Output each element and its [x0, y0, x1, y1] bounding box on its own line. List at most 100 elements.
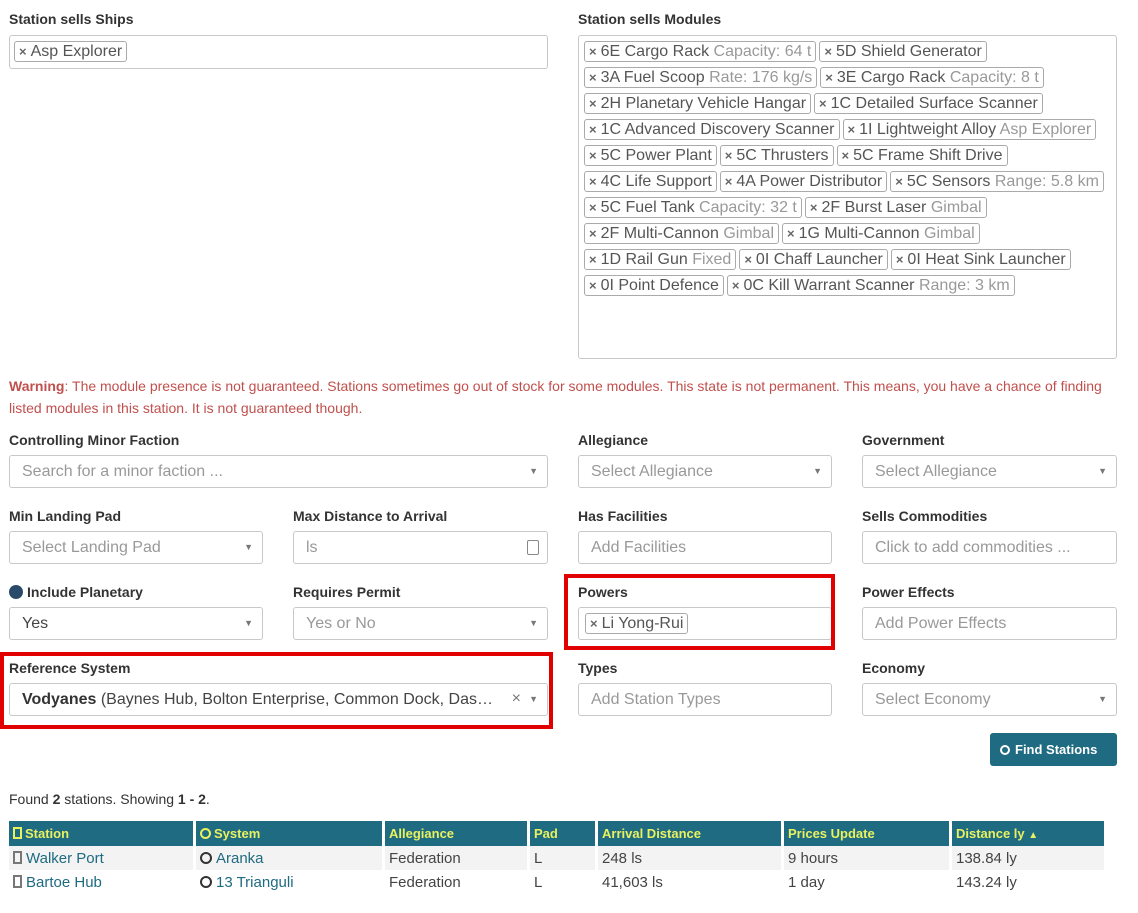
remove-icon[interactable]: ×: [895, 174, 903, 189]
remove-icon[interactable]: ×: [810, 200, 818, 215]
power-effects-input[interactable]: Add Power Effects: [862, 607, 1117, 640]
module-tag[interactable]: × 1G Multi-Cannon Gimbal: [782, 223, 980, 244]
module-tag[interactable]: × 6E Cargo Rack Capacity: 64 t: [584, 41, 817, 62]
chevron-down-icon: ▼: [529, 466, 538, 476]
module-tag[interactable]: × 2H Planetary Vehicle Hangar: [584, 93, 812, 114]
remove-icon[interactable]: ×: [744, 252, 752, 267]
pad-cell: L: [534, 873, 543, 891]
types-input[interactable]: Add Station Types: [578, 683, 832, 716]
module-tag[interactable]: × 0C Kill Warrant Scanner Range: 3 km: [726, 275, 1015, 296]
landing-pad-select[interactable]: Select Landing Pad ▼: [9, 531, 263, 564]
module-tag[interactable]: × 0I Chaff Launcher: [739, 249, 888, 270]
module-tag[interactable]: × 5C Thrusters: [719, 145, 834, 166]
module-tag[interactable]: × 5C Power Plant: [584, 145, 717, 166]
remove-icon[interactable]: ×: [725, 148, 733, 163]
power-effects-label: Power Effects: [862, 584, 955, 600]
module-tag[interactable]: × 0I Heat Sink Launcher: [890, 249, 1071, 270]
module-tag[interactable]: × 5C Frame Shift Drive: [836, 145, 1008, 166]
max-distance-input[interactable]: ls: [293, 531, 548, 564]
target-icon: [200, 851, 212, 864]
remove-icon[interactable]: ×: [589, 44, 597, 59]
module-tag[interactable]: × 4C Life Support: [584, 171, 717, 192]
search-icon: [1000, 745, 1010, 755]
remove-icon[interactable]: ×: [732, 278, 740, 293]
remove-icon[interactable]: ×: [589, 226, 597, 241]
types-label: Types: [578, 660, 618, 676]
system-link[interactable]: Aranka: [216, 850, 264, 867]
remove-icon[interactable]: ×: [589, 122, 597, 137]
max-distance-label: Max Distance to Arrival: [293, 508, 448, 524]
allegiance-select[interactable]: Select Allegiance ▼: [578, 455, 832, 488]
system-link[interactable]: 13 Trianguli: [216, 874, 294, 891]
building-icon: [13, 874, 22, 888]
remove-icon[interactable]: ×: [589, 70, 597, 85]
system-cell[interactable]: 13 Trianguli: [196, 870, 382, 894]
module-tag-detail: Range: 5.8 km: [994, 173, 1099, 190]
system-cell[interactable]: Aranka: [196, 846, 382, 870]
station-link[interactable]: Bartoe Hub: [26, 874, 102, 891]
found-mid: stations. Showing: [60, 791, 178, 807]
module-tag[interactable]: × 1C Detailed Surface Scanner: [814, 93, 1043, 114]
col-station-label: Station: [25, 826, 70, 841]
remove-icon[interactable]: ×: [787, 226, 795, 241]
remove-icon[interactable]: ×: [589, 174, 597, 189]
col-system[interactable]: System: [196, 821, 382, 846]
remove-icon[interactable]: ×: [848, 122, 856, 137]
economy-select[interactable]: Select Economy ▼: [862, 683, 1117, 716]
module-tag[interactable]: × 2F Burst Laser Gimbal: [804, 197, 987, 218]
module-tag[interactable]: × 2F Multi-Cannon Gimbal: [584, 223, 780, 244]
col-arrival[interactable]: Arrival Distance: [598, 821, 781, 846]
remove-icon[interactable]: ×: [589, 278, 597, 293]
remove-icon[interactable]: ×: [819, 96, 827, 111]
remove-icon[interactable]: ×: [896, 252, 904, 267]
remove-icon[interactable]: ×: [725, 174, 733, 189]
module-tag-name: 4C Life Support: [600, 173, 712, 190]
remove-icon[interactable]: ×: [589, 96, 597, 111]
highlight-box-powers: [564, 574, 835, 650]
col-station[interactable]: Station: [9, 821, 193, 846]
find-stations-button[interactable]: Find Stations: [990, 733, 1117, 766]
col-allegiance[interactable]: Allegiance: [385, 821, 527, 846]
building-icon: [13, 827, 22, 839]
ships-select[interactable]: × Asp Explorer: [9, 35, 548, 69]
module-tag[interactable]: × 4A Power Distributor: [719, 171, 888, 192]
module-tag[interactable]: × 3E Cargo Rack Capacity: 8 t: [820, 67, 1044, 88]
permit-select[interactable]: Yes or No ▼: [293, 607, 548, 640]
ship-tag[interactable]: × Asp Explorer: [14, 41, 128, 62]
remove-icon[interactable]: ×: [589, 200, 597, 215]
remove-icon[interactable]: ×: [842, 148, 850, 163]
station-cell[interactable]: Walker Port: [9, 846, 193, 870]
module-tag[interactable]: × 1C Advanced Discovery Scanner: [584, 119, 840, 140]
minor-faction-select[interactable]: Search for a minor faction ... ▼: [9, 455, 548, 488]
commodities-input[interactable]: Click to add commodities ...: [862, 531, 1117, 564]
remove-icon[interactable]: ×: [824, 44, 832, 59]
planetary-select[interactable]: Yes ▼: [9, 607, 263, 640]
module-tag[interactable]: × 1I Lightweight Alloy Asp Explorer: [842, 119, 1097, 140]
module-tag[interactable]: × 5C Sensors Range: 5.8 km: [890, 171, 1104, 192]
col-distance[interactable]: Distance ly ▲: [952, 821, 1104, 846]
remove-icon[interactable]: ×: [825, 70, 833, 85]
module-tag[interactable]: × 0I Point Defence: [584, 275, 724, 296]
spinner-icon[interactable]: [527, 540, 539, 555]
module-tag[interactable]: × 5D Shield Generator: [819, 41, 987, 62]
module-tag[interactable]: × 5C Fuel Tank Capacity: 32 t: [584, 197, 802, 218]
station-link[interactable]: Walker Port: [26, 850, 104, 867]
module-tag-name: 2F Multi-Cannon: [600, 225, 719, 242]
ship-tag-label: Asp Explorer: [30, 43, 123, 60]
distance-cell: 143.24 ly: [956, 873, 1017, 891]
module-tag[interactable]: × 1D Rail Gun Fixed: [584, 249, 737, 270]
remove-icon[interactable]: ×: [589, 148, 597, 163]
remove-icon[interactable]: ×: [19, 44, 27, 59]
landing-pad-placeholder: Select Landing Pad: [22, 539, 161, 556]
station-cell[interactable]: Bartoe Hub: [9, 870, 193, 894]
col-prices[interactable]: Prices Update: [784, 821, 949, 846]
modules-label: Station sells Modules: [578, 11, 722, 27]
government-select[interactable]: Select Allegiance ▼: [862, 455, 1117, 488]
module-tag[interactable]: × 3A Fuel Scoop Rate: 176 kg/s: [584, 67, 818, 88]
facilities-input[interactable]: Add Facilities: [578, 531, 832, 564]
modules-select[interactable]: × 6E Cargo Rack Capacity: 64 t × 5D Shield …: [578, 35, 1117, 359]
economy-label: Economy: [862, 660, 926, 676]
remove-icon[interactable]: ×: [589, 252, 597, 267]
col-pad[interactable]: Pad: [530, 821, 595, 846]
table-header-row: Station System Allegiance Pad Arrival Di…: [9, 821, 1104, 846]
